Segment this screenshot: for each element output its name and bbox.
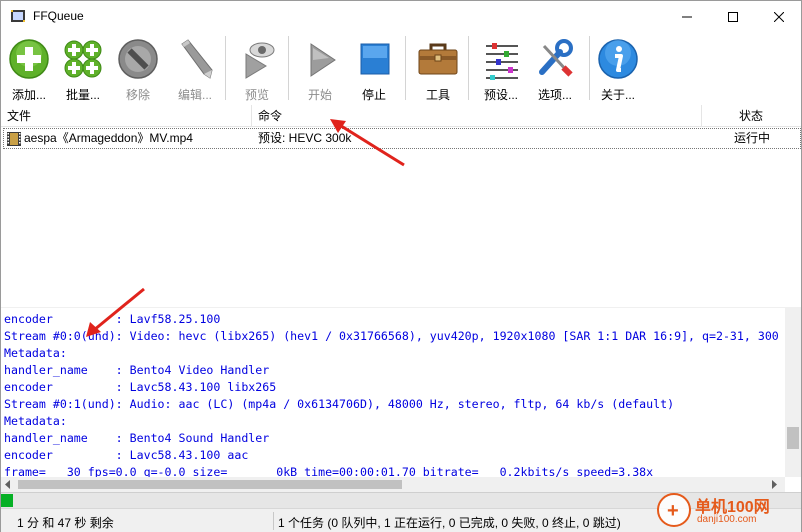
log-line: handler_name : Bento4 Video Handler (4, 363, 270, 377)
stop-button[interactable]: 停止 (352, 35, 396, 103)
video-file-icon (7, 132, 21, 146)
log-line: Metadata: (4, 414, 67, 428)
job-list-header: 文件 命令 状态 (1, 105, 801, 127)
task-summary: 1 个任务 (0 队列中, 1 正在运行, 0 已完成, 0 失败, 0 终止,… (278, 516, 621, 530)
remove-button[interactable]: 移除 (114, 35, 162, 103)
scroll-right-icon[interactable] (771, 480, 779, 489)
horizontal-scroll-thumb[interactable] (18, 480, 402, 489)
edit-button-label: 编辑... (177, 88, 212, 102)
ffqueue-app-icon (11, 10, 25, 22)
maximize-button[interactable] (710, 1, 756, 32)
column-header-file[interactable]: 文件 (1, 105, 251, 127)
info-icon (598, 39, 638, 79)
watermark-logo: + 单机100网 danji100.com (657, 493, 797, 529)
log-line: frame= 30 fps=0.0 q=-0.0 size= 0kB time=… (4, 465, 654, 477)
watermark-url: danji100.com (697, 514, 757, 525)
batch-add-button[interactable]: 批量... (58, 35, 108, 103)
tools-button-label: 工具 (425, 88, 450, 102)
job-command: 预设: HEVC 300k (258, 131, 352, 145)
job-list[interactable]: 文件 命令 状态 aespa《Armageddon》MV.mp4 预设: HEV… (1, 105, 801, 307)
toolbar-separator (225, 36, 226, 100)
scroll-left-icon[interactable] (4, 480, 12, 489)
add-button-label: 添加... (11, 88, 46, 102)
toolbar: 添加... 批量... 移除 编辑... 预览 开始 停止 工具 预设... 选… (1, 32, 801, 105)
stop-button-label: 停止 (361, 88, 386, 102)
vertical-scroll-thumb[interactable] (787, 427, 799, 449)
start-button-label: 开始 (307, 88, 332, 102)
presets-button[interactable]: 预设... (477, 35, 525, 103)
log-line: encoder : Lavc58.43.100 aac (4, 448, 249, 462)
minimize-icon (682, 16, 692, 17)
job-file-name: aespa《Armageddon》MV.mp4 (24, 131, 193, 145)
toolbar-separator (288, 36, 289, 100)
maximize-icon (728, 11, 738, 22)
sliders-icon (486, 43, 518, 80)
window-title: FFQueue (33, 9, 84, 23)
close-button[interactable] (756, 1, 802, 32)
toolbar-separator (589, 36, 590, 100)
log-horizontal-scrollbar[interactable] (1, 477, 785, 492)
job-status: 运行中 (734, 131, 771, 145)
stop-icon (360, 43, 390, 75)
log-line: encoder : Lavf58.25.100 (4, 312, 221, 326)
log-line: handler_name : Bento4 Sound Handler (4, 431, 270, 445)
edit-button[interactable]: 编辑... (169, 35, 221, 103)
title-bar: FFQueue (1, 1, 801, 32)
wrench-screwdriver-icon (539, 39, 573, 77)
close-icon (774, 11, 784, 22)
log-output[interactable]: encoder : Lavf58.25.100 Stream #0:0(und)… (1, 307, 801, 477)
time-remaining: 1 分 和 47 秒 剩余 (17, 516, 114, 530)
log-line: Metadata: (4, 346, 67, 360)
about-button-label: 关于... (600, 88, 635, 102)
add-button[interactable]: 添加... (5, 35, 53, 103)
add-icon (9, 39, 49, 79)
log-vertical-scrollbar[interactable] (785, 307, 801, 477)
tools-button[interactable]: 工具 (413, 35, 463, 103)
toolbar-separator (405, 36, 406, 100)
remove-icon (118, 39, 158, 79)
column-header-status[interactable]: 状态 (701, 105, 801, 127)
remove-button-label: 移除 (125, 88, 150, 102)
log-line: Stream #0:1(und): Audio: aac (LC) (mp4a … (4, 397, 675, 411)
about-button[interactable]: 关于... (595, 35, 641, 103)
toolbox-icon (418, 43, 458, 75)
options-button-label: 选项... (537, 88, 572, 102)
preview-eye-icon (245, 42, 275, 79)
batch-add-icon (64, 40, 102, 78)
log-line: Stream #0:0(und): Video: hevc (libx265) … (4, 329, 779, 343)
batch-add-button-label: 批量... (65, 88, 100, 102)
presets-button-label: 预设... (483, 88, 518, 102)
job-row[interactable]: aespa《Armageddon》MV.mp4 预设: HEVC 300k 运行… (3, 128, 801, 149)
minimize-button[interactable] (664, 1, 710, 32)
options-button[interactable]: 选项... (531, 35, 579, 103)
preview-button[interactable]: 预览 (234, 35, 280, 103)
pencil-icon (181, 39, 213, 79)
play-icon (310, 43, 336, 77)
preview-button-label: 预览 (244, 88, 269, 102)
app-window: FFQueue 添加... 批量... 移除 编辑... 预览 开始 停止 工具… (0, 0, 802, 532)
toolbar-separator (468, 36, 469, 100)
column-header-command[interactable]: 命令 (252, 105, 701, 127)
log-line: encoder : Lavc58.43.100 libx265 (4, 380, 277, 394)
start-button[interactable]: 开始 (298, 35, 342, 103)
progress-fill (1, 494, 13, 507)
watermark-circle-icon: + (657, 493, 691, 527)
status-divider (273, 512, 274, 530)
